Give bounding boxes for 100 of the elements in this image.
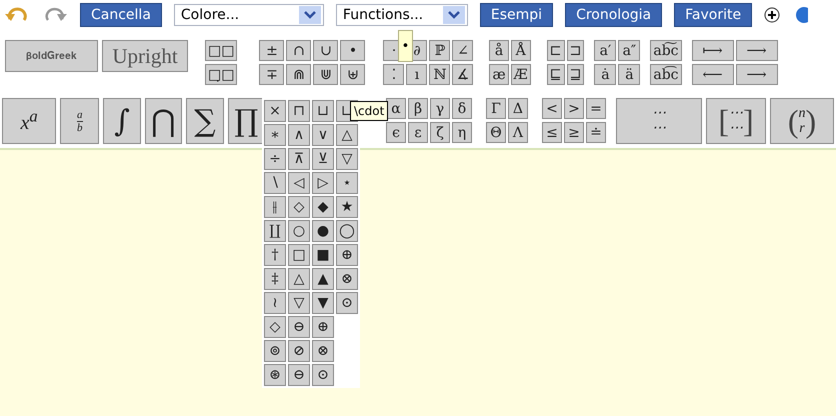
- symbol-button[interactable]: ℙ: [429, 40, 450, 61]
- plus-icon[interactable]: [764, 7, 780, 23]
- symbol-button[interactable]: ∠: [452, 40, 474, 61]
- palette-symbol[interactable]: †: [264, 244, 286, 266]
- symbol-button[interactable]: ⊐: [566, 40, 584, 61]
- style-button[interactable]: 𝛃𝐨𝐥𝐝𝐆𝐫𝐞𝐞𝐤: [5, 40, 98, 72]
- symbol-button[interactable]: ∡: [452, 64, 474, 85]
- symbol-button[interactable]: =: [586, 98, 606, 119]
- template-button[interactable]: ∏: [228, 98, 265, 144]
- palette-symbol[interactable]: ▷: [312, 172, 334, 194]
- palette-symbol[interactable]: ◇: [264, 316, 286, 338]
- template-button[interactable]: x$^{a}$: [2, 98, 56, 144]
- palette-symbol[interactable]: ‡: [264, 268, 286, 290]
- symbol-button[interactable]: ±: [259, 40, 284, 61]
- palette-symbol[interactable]: ⊖: [288, 316, 310, 338]
- symbol-button[interactable]: ab͡c: [650, 64, 682, 85]
- symbol-button[interactable]: ⁚: [383, 64, 404, 85]
- palette-symbol[interactable]: ⊕: [312, 316, 334, 338]
- symbol-button[interactable]: ≥: [564, 122, 584, 143]
- palette-symbol[interactable]: ▲: [312, 268, 334, 290]
- symbol-button[interactable]: Θ: [486, 122, 506, 143]
- symbol-button[interactable]: β: [408, 98, 428, 119]
- symbol-button[interactable]: ⊑: [546, 64, 565, 85]
- palette-symbol[interactable]: ∖: [264, 172, 286, 194]
- palette-symbol[interactable]: ⊖: [288, 364, 310, 386]
- symbol-button[interactable]: ȧ: [594, 64, 616, 85]
- palette-symbol[interactable]: ⊙: [312, 364, 334, 386]
- palette-symbol[interactable]: ★: [336, 196, 358, 218]
- palette-symbol[interactable]: ⊚: [264, 340, 286, 362]
- palette-symbol[interactable]: ⊕: [336, 244, 358, 266]
- palette-symbol[interactable]: ∧: [288, 124, 310, 146]
- palette-symbol[interactable]: △: [336, 124, 358, 146]
- palette-symbol[interactable]: ⊙: [336, 292, 358, 314]
- palette-symbol[interactable]: ⊗: [336, 268, 358, 290]
- symbol-button[interactable]: ⟶: [736, 40, 778, 61]
- palette-symbol[interactable]: ⊼: [288, 148, 310, 170]
- palette-symbol[interactable]: ▽: [288, 292, 310, 314]
- symbol-button[interactable]: ⋓: [313, 64, 338, 85]
- palette-symbol[interactable]: ⊻: [312, 148, 334, 170]
- editor-area[interactable]: [0, 148, 836, 416]
- palette-symbol[interactable]: ⊓: [288, 100, 310, 122]
- symbol-button[interactable]: ∪: [313, 40, 338, 61]
- symbol-button[interactable]: □̣□: [205, 64, 238, 85]
- symbol-button[interactable]: γ: [430, 98, 450, 119]
- matrix-button[interactable]: ⋯ ⋯: [616, 98, 702, 144]
- symbol-button[interactable]: ⟶: [736, 64, 778, 85]
- symbol-button[interactable]: ≐: [586, 122, 606, 143]
- symbol-button[interactable]: ı: [406, 64, 428, 85]
- symbol-button[interactable]: ⟼: [692, 40, 734, 61]
- symbol-button[interactable]: ℕ: [429, 64, 450, 85]
- palette-symbol[interactable]: ⊛: [264, 364, 286, 386]
- palette-symbol[interactable]: ⫲: [264, 196, 286, 218]
- symbol-button[interactable]: δ: [452, 98, 472, 119]
- symbol-button[interactable]: ⋒: [286, 64, 312, 85]
- palette-symbol[interactable]: ×: [264, 100, 286, 122]
- palette-symbol[interactable]: ⊔: [312, 100, 334, 122]
- palette-symbol[interactable]: ⋆: [336, 172, 358, 194]
- palette-symbol[interactable]: ∗: [264, 124, 286, 146]
- palette-symbol[interactable]: ○: [288, 220, 310, 242]
- symbol-button[interactable]: >: [564, 98, 584, 119]
- style-button[interactable]: Upright: [102, 40, 188, 72]
- palette-symbol[interactable]: ◆: [312, 196, 334, 218]
- template-button[interactable]: ⋂: [144, 98, 182, 144]
- symbol-button[interactable]: Γ: [486, 98, 506, 119]
- palette-symbol[interactable]: ⊗: [312, 340, 334, 362]
- palette-symbol[interactable]: ▼: [312, 292, 334, 314]
- symbol-button[interactable]: •: [340, 40, 366, 61]
- toolbar-button[interactable]: Favorite: [674, 3, 752, 27]
- palette-symbol[interactable]: □: [288, 244, 310, 266]
- symbol-button[interactable]: ⟵: [692, 64, 734, 85]
- symbol-button[interactable]: □□: [205, 40, 238, 61]
- symbol-button[interactable]: Λ: [508, 122, 528, 143]
- palette-symbol[interactable]: ≀: [264, 292, 286, 314]
- toolbar-button[interactable]: Cancella: [80, 3, 162, 27]
- palette-symbol[interactable]: △: [288, 268, 310, 290]
- palette-symbol[interactable]: ◇: [288, 196, 310, 218]
- symbol-button[interactable]: ∩: [286, 40, 312, 61]
- palette-symbol[interactable]: ●: [312, 220, 334, 242]
- template-button[interactable]: ∫: [103, 98, 141, 144]
- palette-symbol[interactable]: ▽: [336, 148, 358, 170]
- palette-symbol[interactable]: ÷: [264, 148, 286, 170]
- palette-symbol[interactable]: ∨: [312, 124, 334, 146]
- symbol-button[interactable]: ζ: [430, 122, 450, 143]
- toolbar-button[interactable]: Cronologia: [565, 3, 662, 27]
- symbol-button[interactable]: a′: [594, 40, 616, 61]
- symbol-button[interactable]: Å: [510, 40, 531, 61]
- dropdown-select[interactable]: Functions...: [336, 4, 468, 26]
- symbol-button[interactable]: <: [542, 98, 562, 119]
- symbol-button[interactable]: ä: [618, 64, 640, 85]
- symbol-button[interactable]: ϵ: [386, 122, 406, 143]
- symbol-button[interactable]: ≤: [542, 122, 562, 143]
- template-button[interactable]: a b: [60, 98, 100, 144]
- symbol-button[interactable]: ε: [408, 122, 428, 143]
- palette-symbol[interactable]: ■: [312, 244, 334, 266]
- symbol-button[interactable]: ⊎: [340, 64, 366, 85]
- toolbar-button[interactable]: Esempi: [480, 3, 554, 27]
- symbol-button[interactable]: Δ: [508, 98, 528, 119]
- palette-symbol[interactable]: ◯: [336, 220, 358, 242]
- symbol-button[interactable]: æ: [489, 64, 509, 85]
- template-button[interactable]: ∑: [186, 98, 224, 144]
